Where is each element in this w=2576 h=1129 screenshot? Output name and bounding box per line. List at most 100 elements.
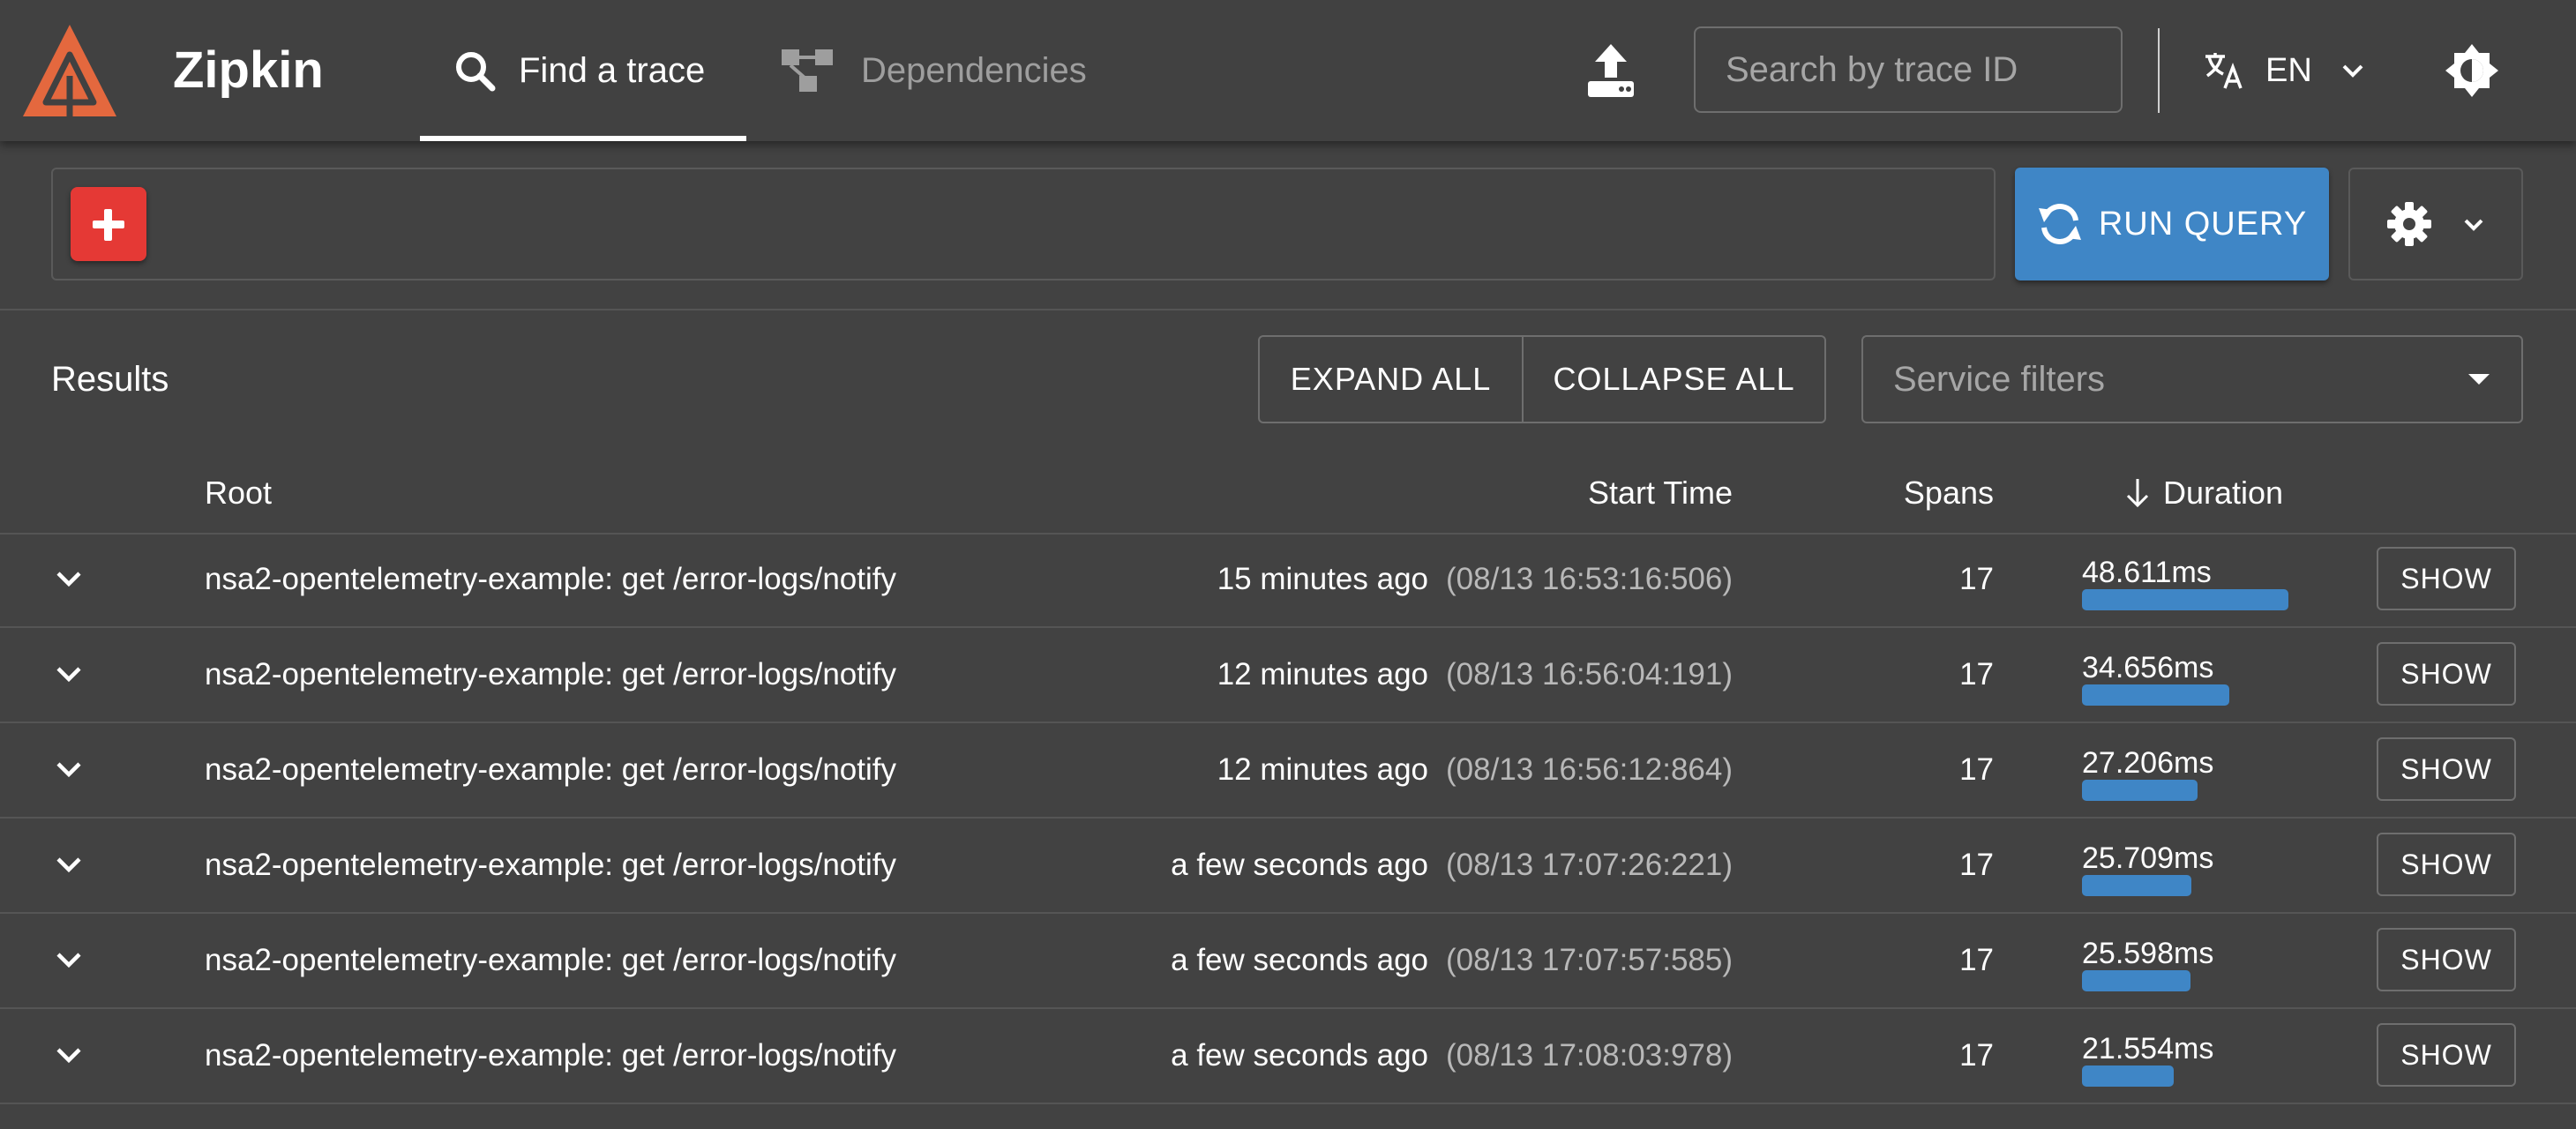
trace-start-absolute: (08/13 16:56:04:191): [1446, 657, 1733, 692]
upload-icon[interactable]: [1584, 42, 1637, 99]
trace-start-relative: a few seconds ago: [1171, 1038, 1429, 1073]
run-query-button[interactable]: RUN QUERY: [2015, 168, 2329, 280]
chevron-down-icon: [2464, 219, 2483, 231]
app-header: Zipkin Find a trace Dependencies EN: [0, 0, 2576, 141]
trace-root-name: nsa2-opentelemetry-example: get /error-l…: [205, 943, 896, 977]
query-criteria-box[interactable]: [51, 168, 1996, 280]
show-trace-button[interactable]: SHOW: [2377, 547, 2516, 610]
trace-start-relative: 12 minutes ago: [1217, 752, 1429, 787]
chevron-down-icon: [2342, 64, 2363, 78]
language-code: EN: [2265, 51, 2312, 89]
trace-start-absolute: (08/13 17:07:57:585): [1446, 943, 1733, 977]
trace-duration-bar: [2082, 589, 2288, 610]
trace-duration: 34.656ms: [2082, 651, 2288, 706]
query-settings-button[interactable]: [2348, 168, 2523, 280]
column-header-spans[interactable]: Spans: [1904, 471, 1994, 515]
trace-duration-bar: [2082, 780, 2198, 801]
column-header-start-time[interactable]: Start Time: [1588, 471, 1733, 515]
show-trace-button[interactable]: SHOW: [2377, 642, 2516, 706]
collapse-all-button[interactable]: COLLAPSE ALL: [1524, 337, 1824, 422]
trace-duration: 21.554ms: [2082, 1032, 2288, 1087]
expand-collapse-group: EXPAND ALL COLLAPSE ALL: [1258, 335, 1826, 423]
results-table-body: nsa2-opentelemetry-example: get /error-l…: [0, 533, 2576, 1104]
add-criteria-button[interactable]: [71, 187, 146, 261]
trace-start-relative: a few seconds ago: [1171, 943, 1429, 977]
chevron-down-icon[interactable]: [49, 750, 88, 789]
trace-duration-value: 34.656ms: [2082, 651, 2214, 684]
trace-root-name: nsa2-opentelemetry-example: get /error-l…: [205, 848, 896, 882]
trace-start-time: a few seconds ago (08/13 17:08:03:978): [1171, 1036, 1733, 1076]
trace-span-count: 17: [1959, 848, 1994, 882]
trace-duration-bar: [2082, 684, 2229, 706]
trace-duration: 48.611ms: [2082, 556, 2288, 610]
trace-duration-bar: [2082, 970, 2190, 991]
chevron-down-icon[interactable]: [49, 559, 88, 598]
trace-start-time: 12 minutes ago (08/13 16:56:04:191): [1217, 654, 1733, 695]
trace-duration: 27.206ms: [2082, 746, 2288, 801]
trace-span-count: 17: [1959, 562, 1994, 596]
trace-duration-bar: [2082, 875, 2191, 896]
run-query-label: RUN QUERY: [2098, 205, 2308, 243]
column-header-duration[interactable]: Duration: [2124, 471, 2283, 515]
language-selector[interactable]: EN: [2202, 39, 2370, 102]
trace-root-name: nsa2-opentelemetry-example: get /error-l…: [205, 752, 896, 787]
trace-duration-value: 25.598ms: [2082, 937, 2214, 970]
trace-duration-value: 21.554ms: [2082, 1032, 2214, 1065]
trace-span-count: 17: [1959, 657, 1994, 692]
trace-start-relative: a few seconds ago: [1171, 848, 1429, 882]
tab-dependencies[interactable]: Dependencies: [780, 0, 1097, 141]
trace-duration-value: 48.611ms: [2082, 556, 2212, 589]
table-row[interactable]: nsa2-opentelemetry-example: get /error-l…: [0, 914, 2576, 1009]
table-row[interactable]: nsa2-opentelemetry-example: get /error-l…: [0, 628, 2576, 723]
chevron-down-icon[interactable]: [49, 654, 88, 693]
tab-dependencies-label: Dependencies: [861, 50, 1087, 90]
tab-find-a-trace-label: Find a trace: [519, 50, 706, 90]
section-divider: [0, 309, 2576, 310]
service-filters-select[interactable]: Service filters: [1861, 335, 2523, 423]
results-table-header: Root Start Time Spans Duration: [0, 460, 2576, 535]
active-tab-indicator: [420, 136, 746, 141]
gear-icon: [2387, 202, 2431, 246]
trace-duration: 25.598ms: [2082, 937, 2288, 991]
show-trace-button[interactable]: SHOW: [2377, 833, 2516, 896]
theme-toggle-icon[interactable]: [2444, 42, 2500, 99]
service-filters-placeholder: Service filters: [1893, 359, 2106, 399]
chevron-down-icon[interactable]: [49, 845, 88, 884]
trace-duration: 25.709ms: [2082, 841, 2288, 896]
chevron-down-icon[interactable]: [49, 1036, 88, 1074]
show-trace-button[interactable]: SHOW: [2377, 737, 2516, 801]
table-row[interactable]: nsa2-opentelemetry-example: get /error-l…: [0, 1009, 2576, 1104]
trace-span-count: 17: [1959, 1038, 1994, 1073]
trace-span-count: 17: [1959, 752, 1994, 787]
header-divider: [2158, 28, 2160, 113]
trace-duration-bar: [2082, 1065, 2174, 1087]
trace-start-absolute: (08/13 17:08:03:978): [1446, 1038, 1733, 1073]
brand-title: Zipkin: [173, 41, 324, 99]
trace-duration-value: 25.709ms: [2082, 841, 2214, 875]
trace-start-absolute: (08/13 16:53:16:506): [1446, 562, 1733, 596]
trace-id-search-input[interactable]: [1694, 26, 2123, 113]
show-trace-button[interactable]: SHOW: [2377, 928, 2516, 991]
translate-icon: [2205, 53, 2243, 89]
expand-all-button[interactable]: EXPAND ALL: [1260, 337, 1524, 422]
trace-start-time: a few seconds ago (08/13 17:07:26:221): [1171, 845, 1733, 886]
table-row[interactable]: nsa2-opentelemetry-example: get /error-l…: [0, 819, 2576, 914]
trace-root-name: nsa2-opentelemetry-example: get /error-l…: [205, 657, 896, 692]
sort-descending-arrow-icon: [2126, 479, 2149, 508]
column-header-root[interactable]: Root: [205, 471, 272, 515]
table-row[interactable]: nsa2-opentelemetry-example: get /error-l…: [0, 723, 2576, 819]
search-icon: [456, 52, 496, 92]
table-row[interactable]: nsa2-opentelemetry-example: get /error-l…: [0, 533, 2576, 628]
trace-start-time: a few seconds ago (08/13 17:07:57:585): [1171, 940, 1733, 981]
tab-find-a-trace[interactable]: Find a trace: [420, 0, 746, 141]
chevron-down-icon[interactable]: [49, 940, 88, 979]
show-trace-button[interactable]: SHOW: [2377, 1023, 2516, 1087]
column-header-duration-label: Duration: [2163, 475, 2284, 511]
zipkin-logo-icon[interactable]: [23, 25, 116, 116]
trace-duration-value: 27.206ms: [2082, 746, 2214, 780]
trace-start-time: 15 minutes ago (08/13 16:53:16:506): [1217, 559, 1733, 600]
dropdown-caret-icon: [2468, 374, 2490, 385]
trace-start-absolute: (08/13 17:07:26:221): [1446, 848, 1733, 882]
trace-span-count: 17: [1959, 943, 1994, 977]
trace-start-relative: 12 minutes ago: [1217, 657, 1429, 692]
